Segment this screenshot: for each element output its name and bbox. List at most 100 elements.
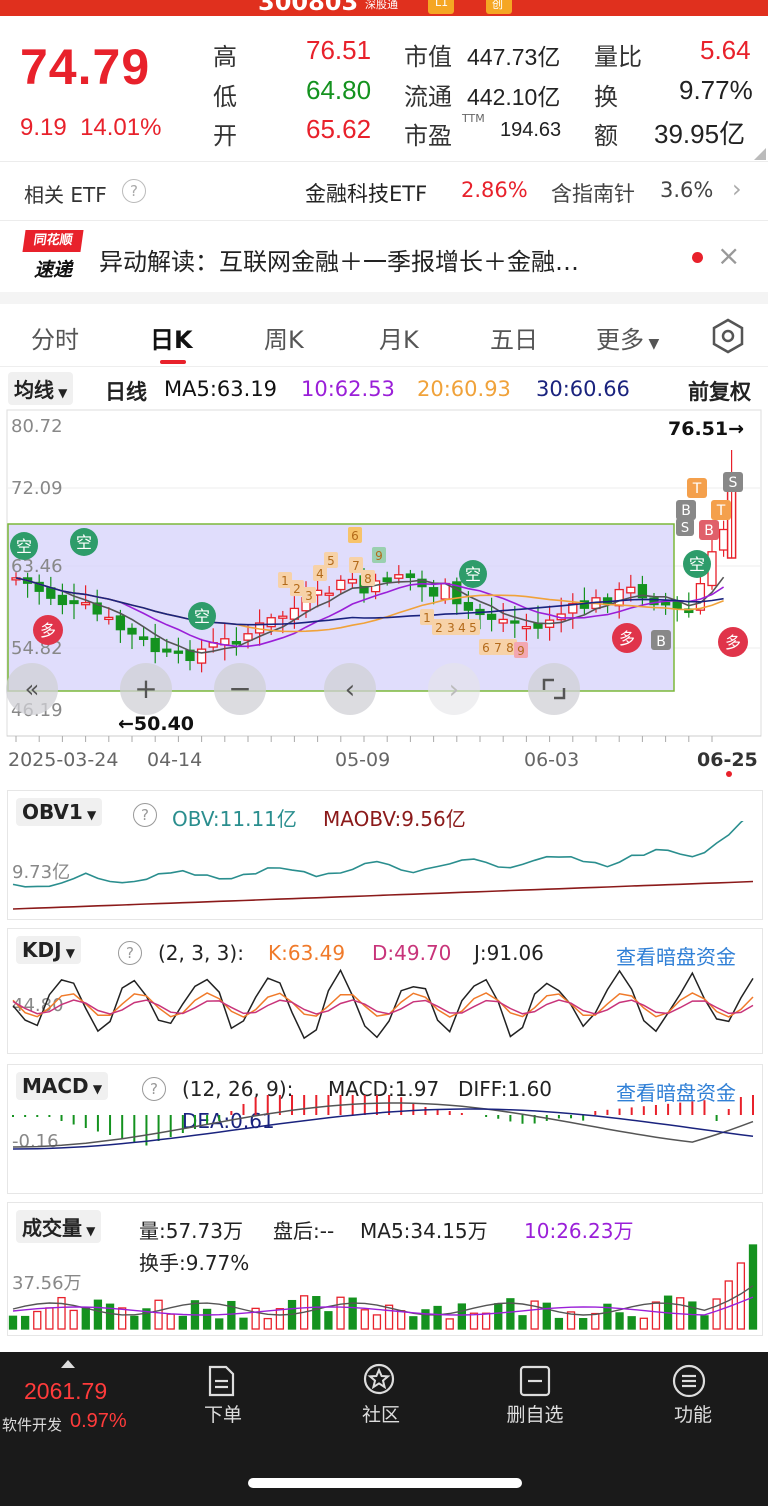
volume-bar [324, 1311, 333, 1330]
volume-bar [494, 1303, 503, 1330]
candle-body [104, 616, 114, 621]
tab-monthly[interactable]: 月K [379, 320, 419, 355]
volume-bar [239, 1317, 248, 1330]
kdj-selector[interactable]: KDJ ▼ [16, 936, 81, 964]
ma5-value: MA5:63.19 [164, 377, 278, 401]
kline-chart[interactable]: 80.72 72.09 63.46 54.82 46.19 空 空 多 空 空 … [0, 408, 768, 786]
tab-weekly[interactable]: 周K [264, 320, 304, 355]
sequence-marker-number: 2 [293, 582, 301, 596]
kdj-j: J:91.06 [474, 941, 544, 965]
volume-bar [712, 1298, 721, 1330]
caret-down-icon: ▼ [54, 386, 68, 400]
nav-remove-watchlist[interactable]: 删自选 [490, 1400, 580, 1427]
sequence-marker-number: 3 [447, 621, 455, 635]
volume-bar [93, 1299, 103, 1330]
volume-bar [445, 1318, 454, 1330]
sequence-marker-number: 2 [435, 621, 443, 635]
candle-body [243, 633, 253, 641]
svg-text:S: S [681, 521, 689, 536]
etf-item1-name[interactable]: 金融科技ETF [305, 178, 427, 208]
nav-community[interactable]: 社区 [336, 1400, 426, 1427]
volume-bar [615, 1312, 624, 1330]
ma-selector[interactable]: 均线 ▼ [8, 372, 74, 405]
volume-bar [45, 1307, 54, 1330]
kdj-panel: KDJ ▼ ? (2, 3, 3): K:63.49 D:49.70 J:91.… [7, 928, 763, 1054]
volume-bar [481, 1312, 491, 1330]
volume-bar [469, 1312, 479, 1330]
signal-short-badge: 空 [188, 602, 216, 630]
volume-bar [651, 1301, 661, 1330]
today-dot [726, 771, 732, 777]
candle-body [46, 587, 56, 599]
volume-bar [409, 1316, 418, 1330]
svg-text:B: B [704, 523, 714, 539]
expand-corner-icon[interactable] [754, 148, 766, 160]
obv-line [12, 821, 744, 888]
related-etf-row[interactable]: 相关 ETF ? 金融科技ETF 2.86% 含指南针 3.6% › [0, 162, 768, 220]
price-change-pct: 14.01% [80, 114, 162, 141]
news-text[interactable]: 异动解读：互联网金融＋一季报增长＋金融… [99, 242, 579, 277]
svg-text:多: 多 [619, 629, 635, 648]
caret-down-icon: ▼ [61, 946, 75, 960]
signal-short-badge: 空 [683, 550, 711, 578]
candle-body [127, 627, 137, 635]
index-name: 软件开发 [2, 1416, 63, 1434]
home-indicator[interactable] [248, 1478, 522, 1488]
volume-bar [397, 1310, 406, 1330]
mcap-label: 市值 [404, 43, 452, 71]
caret-down-icon: ▼ [644, 336, 660, 352]
y-tick-1: 80.72 [11, 416, 63, 437]
question-icon[interactable]: ? [122, 179, 146, 203]
sequence-marker-number: 8 [364, 572, 372, 586]
mcap-value: 447.73亿 [467, 44, 561, 70]
chevron-left-icon: ‹ [345, 675, 355, 705]
volume-selector[interactable]: 成交量 ▼ [16, 1210, 102, 1243]
caret-up-icon[interactable] [61, 1360, 75, 1368]
candle-body [347, 578, 358, 584]
candle-body [521, 625, 532, 630]
question-icon[interactable]: ? [118, 941, 142, 965]
double-chevron-left-icon: « [25, 675, 40, 703]
pe-value: 194.63 [500, 119, 562, 141]
tab-daily[interactable]: 日K [150, 320, 193, 355]
volume-bar [312, 1296, 321, 1330]
sell-marker: S [723, 472, 743, 492]
caret-down-icon: ▼ [82, 1224, 96, 1238]
news-banner[interactable]: 同花顺 速递 异动解读：互联网金融＋一季报增长＋金融… × [0, 222, 768, 292]
high-value: 76.51 [306, 35, 372, 65]
volume-bar [154, 1299, 163, 1330]
menu-icon[interactable] [672, 1364, 706, 1398]
nav-order[interactable]: 下单 [178, 1400, 268, 1427]
order-icon[interactable] [204, 1364, 238, 1398]
adjust-mode[interactable]: 前复权 [688, 376, 751, 406]
volume-bars [8, 1244, 758, 1330]
nav-functions[interactable]: 功能 [648, 1400, 738, 1427]
tab-more[interactable]: 更多 ▼ [596, 320, 659, 355]
settings-hexagon-icon[interactable] [710, 318, 746, 354]
close-icon[interactable]: × [717, 239, 740, 272]
sell-marker: S [676, 518, 694, 536]
obv-panel: OBV1 ▼ ? OBV:11.11亿 MAOBV:9.56亿 9.73亿 [7, 790, 763, 920]
t-marker: T [711, 500, 731, 520]
chevron-right-icon[interactable]: › [732, 175, 742, 203]
volume-bar [639, 1317, 648, 1330]
plus-icon: + [134, 672, 157, 705]
sequence-marker-number: 4 [316, 567, 324, 581]
etf-item2-name[interactable]: 含指南针 [551, 178, 635, 208]
candle-body [231, 641, 242, 645]
tab-intraday[interactable]: 分时 [31, 320, 79, 355]
high-label: 高 [213, 43, 237, 71]
signal-short-badge: 空 [70, 528, 98, 556]
signal-long-badge: 多 [718, 627, 748, 657]
index-value[interactable]: 2061.79 [24, 1378, 107, 1405]
candle-body [324, 592, 334, 596]
candle-body [614, 588, 624, 607]
kdj-d: D:49.70 [372, 941, 452, 965]
community-star-icon[interactable] [362, 1362, 396, 1396]
candle-body [69, 600, 79, 605]
tab-five-day[interactable]: 五日 [490, 320, 538, 355]
remove-watchlist-icon[interactable] [518, 1364, 552, 1398]
tag-chinext: 创 [486, 0, 512, 14]
kdj-k: K:63.49 [268, 941, 346, 965]
volume-bar [688, 1301, 697, 1330]
